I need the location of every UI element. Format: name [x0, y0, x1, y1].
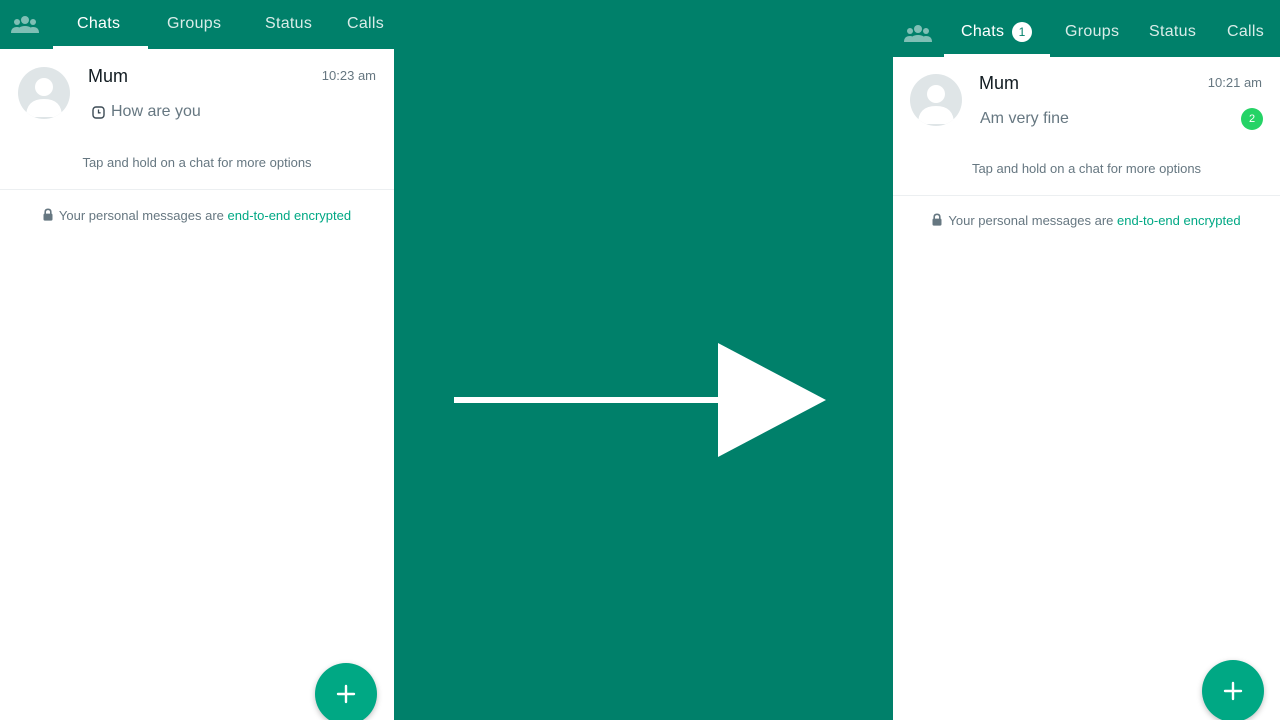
avatar-placeholder-icon [910, 74, 962, 126]
divider [0, 189, 394, 190]
avatar-placeholder-icon [18, 67, 70, 119]
encryption-notice[interactable]: Your personal messages are end-to-end en… [0, 208, 394, 223]
tab-groups[interactable]: Groups [1065, 23, 1119, 41]
clock-icon [92, 105, 105, 119]
tab-calls[interactable]: Calls [347, 15, 384, 33]
avatar[interactable] [18, 67, 70, 119]
tab-groups[interactable]: Groups [167, 15, 221, 33]
tab-calls[interactable]: Calls [1227, 23, 1264, 41]
top-tab-bar: Chats 1 Groups Status Calls [893, 0, 1280, 57]
chat-row-mum[interactable]: Mum 10:21 am Am very fine 2 [893, 57, 1280, 151]
arrow-right-icon [454, 343, 826, 457]
chat-time: 10:21 am [1207, 75, 1262, 90]
unread-count-badge: 2 [1241, 108, 1263, 130]
tab-chats[interactable]: Chats [77, 15, 120, 33]
avatar[interactable] [910, 74, 962, 126]
community-icon[interactable] [11, 14, 39, 39]
chat-preview: Am very fine [980, 110, 1069, 128]
encryption-link[interactable]: end-to-end encrypted [1117, 213, 1241, 228]
right-screen: Chats 1 Groups Status Calls Mum 10:21 am… [893, 0, 1280, 720]
divider [893, 195, 1280, 196]
chat-preview: How are you [92, 103, 201, 121]
tab-status[interactable]: Status [1149, 23, 1196, 41]
plus-icon [336, 684, 356, 704]
encryption-text: Your personal messages are [948, 213, 1118, 228]
chat-preview-text: How are you [111, 103, 201, 120]
chat-row-mum[interactable]: Mum 10:23 am How are you [0, 49, 394, 145]
hint-text: Tap and hold on a chat for more options [971, 161, 1202, 176]
encryption-link[interactable]: end-to-end encrypted [228, 208, 352, 223]
plus-icon [1223, 681, 1243, 701]
chat-time: 10:23 am [321, 68, 376, 83]
new-chat-button[interactable] [315, 663, 377, 720]
lock-icon [932, 213, 942, 226]
tab-status[interactable]: Status [265, 15, 312, 33]
encryption-notice[interactable]: Your personal messages are end-to-end en… [893, 213, 1280, 228]
encryption-text: Your personal messages are [58, 208, 228, 223]
tab-chats[interactable]: Chats [961, 23, 1004, 41]
chat-name: Mum [979, 73, 1019, 93]
top-tab-bar: Chats Groups Status Calls [0, 0, 394, 49]
community-icon[interactable] [904, 23, 932, 48]
chat-name: Mum [88, 66, 128, 86]
lock-icon [43, 208, 53, 221]
new-chat-button[interactable] [1202, 660, 1264, 720]
chat-preview-text: Am very fine [980, 110, 1069, 127]
hint-text: Tap and hold on a chat for more options [82, 155, 312, 170]
left-screen: Chats Groups Status Calls Mum 10:23 am H… [0, 0, 394, 720]
tab-chats-badge: 1 [1012, 22, 1032, 42]
